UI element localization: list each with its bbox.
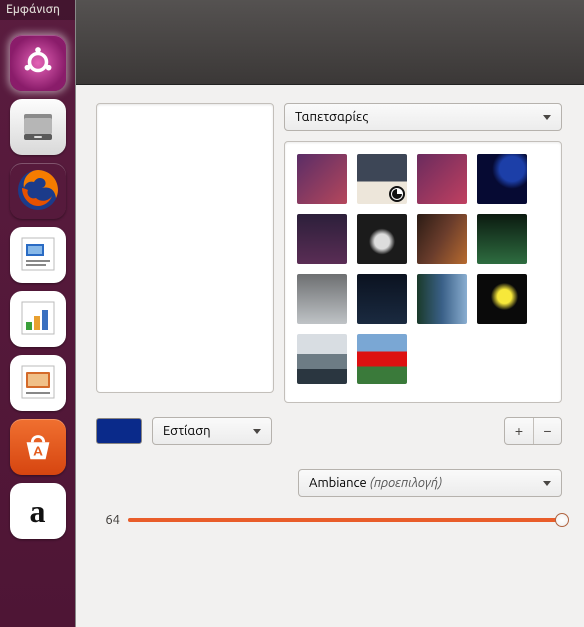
launcher-item-libreoffice-calc[interactable] xyxy=(10,291,66,347)
slider-thumb[interactable] xyxy=(555,513,569,527)
wallpaper-thumb[interactable] xyxy=(297,274,347,324)
add-remove-group: + − xyxy=(504,417,562,445)
ubuntu-logo-icon xyxy=(21,45,55,82)
wallpaper-thumb[interactable] xyxy=(357,154,407,204)
icon-size-slider[interactable] xyxy=(128,513,562,527)
clock-icon xyxy=(389,186,405,202)
icon-size-value: 64 xyxy=(96,513,120,527)
launcher-item-ubuntu-dash[interactable] xyxy=(10,35,66,91)
launcher-item-files[interactable] xyxy=(10,99,66,155)
wallpaper-thumb[interactable] xyxy=(297,334,347,384)
wallpaper-preview xyxy=(96,103,274,393)
launcher-item-libreoffice-writer[interactable] xyxy=(10,227,66,283)
wallpaper-thumb[interactable] xyxy=(477,214,527,264)
wallpaper-thumb[interactable] xyxy=(357,214,407,264)
wallpaper-grid xyxy=(284,141,562,403)
theme-dropdown[interactable]: Ambiance (προεπιλογή) xyxy=(298,469,562,497)
wallpaper-thumb[interactable] xyxy=(357,274,407,324)
wallpaper-thumb[interactable] xyxy=(417,274,467,324)
slider-fill xyxy=(128,518,562,522)
wallpaper-thumb[interactable] xyxy=(297,154,347,204)
theme-label: Ambiance (προεπιλογή) xyxy=(309,476,442,490)
impress-icon xyxy=(18,362,58,405)
background-color-swatch[interactable] xyxy=(96,418,142,444)
chevron-down-icon xyxy=(543,481,551,486)
appearance-panel: Ταπετσαρίες Εστίαση + − Ambiance (προεπι… xyxy=(76,85,584,627)
fit-mode-dropdown[interactable]: Εστίαση xyxy=(152,417,272,445)
wallpaper-thumb[interactable] xyxy=(297,214,347,264)
remove-wallpaper-button[interactable]: − xyxy=(533,418,561,444)
wallpaper-thumb[interactable] xyxy=(357,334,407,384)
wallpaper-source-dropdown[interactable]: Ταπετσαρίες xyxy=(284,103,562,131)
amazon-icon: a xyxy=(30,493,46,530)
firefox-icon xyxy=(14,166,62,217)
unity-launcher: Εμφάνιση A a xyxy=(0,0,75,627)
launcher-item-amazon[interactable]: a xyxy=(10,483,66,539)
launcher-item-ubuntu-software[interactable]: A xyxy=(10,419,66,475)
wallpaper-thumb[interactable] xyxy=(417,154,467,204)
launcher-item-libreoffice-impress[interactable] xyxy=(10,355,66,411)
wallpaper-thumb[interactable] xyxy=(477,154,527,204)
add-wallpaper-button[interactable]: + xyxy=(505,418,533,444)
fit-mode-label: Εστίαση xyxy=(163,424,211,438)
wallpaper-source-label: Ταπετσαρίες xyxy=(295,110,368,124)
writer-icon xyxy=(18,234,58,277)
launcher-item-firefox[interactable] xyxy=(10,163,66,219)
window-titlebar xyxy=(76,0,584,85)
chevron-down-icon xyxy=(543,115,551,120)
chevron-down-icon xyxy=(253,429,261,434)
launcher-header: Εμφάνιση xyxy=(6,3,60,16)
software-center-icon: A xyxy=(19,427,57,468)
calc-icon xyxy=(18,298,58,341)
file-manager-icon xyxy=(18,106,58,149)
wallpaper-thumb[interactable] xyxy=(477,274,527,324)
svg-text:A: A xyxy=(33,443,43,458)
appearance-window: Ταπετσαρίες Εστίαση + − Ambiance (προεπι… xyxy=(75,0,584,627)
wallpaper-thumb[interactable] xyxy=(417,214,467,264)
